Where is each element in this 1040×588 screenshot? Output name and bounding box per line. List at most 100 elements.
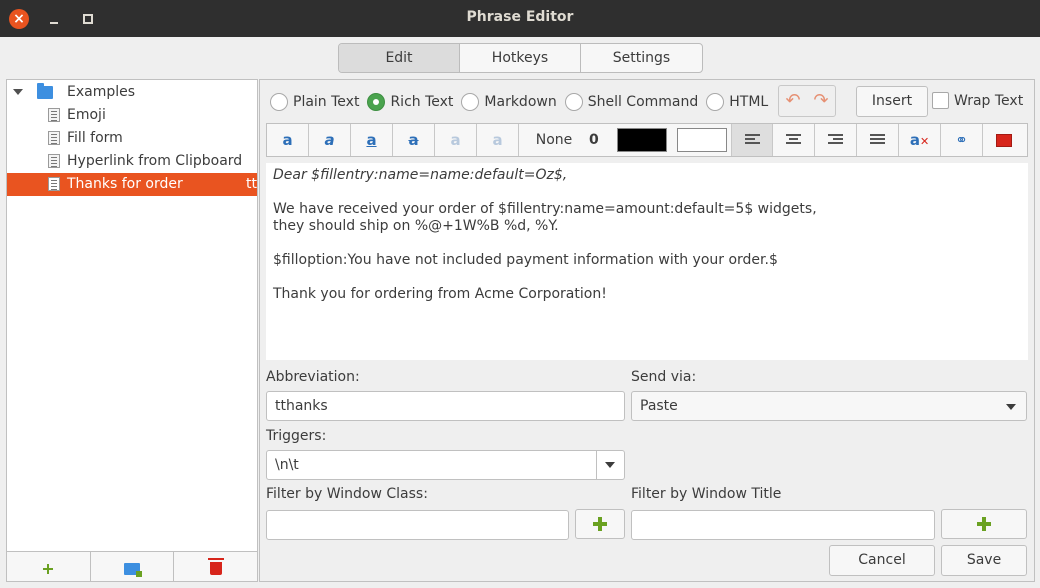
filter-title-input[interactable] bbox=[631, 510, 935, 540]
tree-folder-label: Examples bbox=[67, 84, 136, 100]
phrase-icon bbox=[48, 108, 60, 122]
strikethrough-button[interactable]: a bbox=[393, 124, 435, 156]
tab-edit[interactable]: Edit bbox=[339, 44, 460, 72]
radio-circle[interactable] bbox=[706, 93, 725, 111]
abbreviation-input[interactable]: tthanks bbox=[266, 391, 625, 421]
tree-item-label: Thanks for order bbox=[67, 176, 183, 192]
editor-line: We have received your order of $fillentr… bbox=[273, 201, 817, 234]
insert-image-button[interactable] bbox=[983, 124, 1025, 156]
tree-item-label: Hyperlink from Clipboard bbox=[67, 153, 243, 169]
mode-html-radio[interactable]: HTML bbox=[706, 93, 768, 111]
align-right-icon bbox=[828, 134, 843, 146]
superscript-icon: a bbox=[450, 131, 461, 149]
bold-button[interactable]: a bbox=[267, 124, 309, 156]
delete-button[interactable] bbox=[174, 552, 258, 581]
phrase-icon bbox=[48, 131, 60, 145]
foreground-color-button[interactable] bbox=[617, 128, 667, 152]
trash-icon bbox=[207, 557, 224, 575]
mode-radio-group: Plain Text Rich Text Markdown Shell Comm… bbox=[270, 92, 776, 112]
strikethrough-icon: a bbox=[408, 131, 419, 149]
font-size-label[interactable]: 0 bbox=[589, 124, 613, 156]
insert-link-button[interactable]: ⚭ bbox=[941, 124, 983, 156]
add-phrase-button[interactable] bbox=[7, 552, 91, 581]
underline-icon: a bbox=[366, 131, 377, 149]
bold-icon: a bbox=[282, 131, 293, 149]
formatting-toolbar: a a a a a a None 0 a✕ ⚭ bbox=[266, 123, 1028, 157]
phrase-icon bbox=[48, 177, 60, 191]
add-filter-class-button[interactable] bbox=[575, 509, 625, 539]
new-folder-icon bbox=[124, 562, 142, 577]
send-via-value: Paste bbox=[640, 398, 678, 414]
align-left-icon bbox=[745, 134, 760, 146]
mode-markdown-radio[interactable]: Markdown bbox=[461, 93, 557, 111]
underline-button[interactable]: a bbox=[351, 124, 393, 156]
triggers-combobox[interactable]: \n\t bbox=[266, 450, 625, 480]
filter-class-input[interactable] bbox=[266, 510, 569, 540]
triggers-value: \n\t bbox=[275, 457, 299, 473]
radio-circle[interactable] bbox=[270, 93, 288, 111]
redo-icon[interactable]: ↷ bbox=[807, 86, 835, 116]
tab-hotkeys[interactable]: Hotkeys bbox=[460, 44, 581, 72]
triggers-dropdown-button[interactable] bbox=[596, 451, 624, 479]
subscript-button[interactable]: a bbox=[477, 124, 519, 156]
phrase-text-editor[interactable]: Dear $fillentry:name=name:default=Oz$, W… bbox=[266, 163, 1028, 360]
tree-item-thanks-for-order[interactable]: Thanks for order tt bbox=[7, 173, 257, 196]
title-bar: × Phrase Editor bbox=[0, 0, 1040, 37]
sidebar-toolbar bbox=[7, 551, 258, 581]
font-name-button[interactable]: None bbox=[519, 124, 589, 156]
italic-button[interactable]: a bbox=[309, 124, 351, 156]
italic-icon: a bbox=[324, 131, 335, 149]
subscript-icon: a bbox=[492, 131, 503, 149]
radio-circle[interactable] bbox=[564, 93, 583, 111]
image-icon bbox=[996, 134, 1012, 147]
mode-rich-text-radio[interactable]: Rich Text bbox=[367, 93, 453, 111]
clear-format-icon: a✕ bbox=[909, 131, 930, 149]
editor-line: $filloption:You have not included paymen… bbox=[273, 252, 778, 268]
radio-circle[interactable] bbox=[367, 93, 386, 111]
expand-arrow-icon[interactable] bbox=[13, 89, 23, 95]
checkbox-box[interactable] bbox=[932, 92, 949, 109]
filter-class-label: Filter by Window Class: bbox=[266, 486, 428, 502]
add-filter-title-button[interactable] bbox=[941, 509, 1027, 539]
send-via-label: Send via: bbox=[631, 369, 697, 385]
tree-item-fill-form[interactable]: Fill form bbox=[7, 127, 257, 150]
send-via-select[interactable]: Paste bbox=[631, 391, 1027, 421]
save-button[interactable]: Save bbox=[941, 545, 1027, 576]
chevron-down-icon bbox=[1006, 404, 1016, 410]
plus-icon bbox=[43, 563, 54, 574]
cancel-button[interactable]: Cancel bbox=[829, 545, 935, 576]
justify-button[interactable] bbox=[857, 124, 899, 156]
mode-shell-command-radio[interactable]: Shell Command bbox=[564, 93, 699, 111]
tree-item-emoji[interactable]: Emoji bbox=[7, 104, 257, 127]
phrase-icon bbox=[48, 154, 60, 168]
wrap-text-checkbox[interactable]: Wrap Text bbox=[932, 92, 1023, 109]
tree-folder-examples[interactable]: Examples bbox=[7, 81, 257, 104]
align-right-button[interactable] bbox=[815, 124, 857, 156]
plus-icon bbox=[593, 517, 607, 531]
undo-icon[interactable]: ↶ bbox=[779, 86, 807, 116]
radio-label: Rich Text bbox=[390, 94, 454, 110]
mode-plain-text-radio[interactable]: Plain Text bbox=[270, 93, 359, 111]
add-folder-button[interactable] bbox=[90, 552, 175, 581]
radio-label: Plain Text bbox=[293, 94, 360, 110]
tree-item-hyperlink[interactable]: Hyperlink from Clipboard bbox=[7, 150, 257, 173]
align-left-button[interactable] bbox=[731, 124, 773, 156]
tree-item-label: Emoji bbox=[67, 107, 106, 123]
undo-redo-group: ↶ ↷ bbox=[778, 85, 836, 117]
background-color-button[interactable] bbox=[677, 128, 727, 152]
folder-icon bbox=[37, 83, 53, 99]
insert-button[interactable]: Insert bbox=[856, 86, 928, 117]
radio-label: Markdown bbox=[484, 94, 557, 110]
radio-label: Shell Command bbox=[587, 94, 699, 110]
editor-line: Thank you for ordering from Acme Corpora… bbox=[273, 286, 607, 302]
superscript-button[interactable]: a bbox=[435, 124, 477, 156]
radio-circle[interactable] bbox=[461, 93, 480, 111]
align-center-icon bbox=[786, 134, 801, 146]
plus-icon bbox=[977, 517, 991, 531]
filter-title-label: Filter by Window Title bbox=[631, 486, 782, 502]
editor-line: Dear $fillentry:name=name:default=Oz$, bbox=[273, 167, 568, 183]
clear-format-button[interactable]: a✕ bbox=[899, 124, 941, 156]
tab-settings[interactable]: Settings bbox=[581, 44, 702, 72]
tree-item-label: Fill form bbox=[67, 130, 123, 146]
align-center-button[interactable] bbox=[773, 124, 815, 156]
